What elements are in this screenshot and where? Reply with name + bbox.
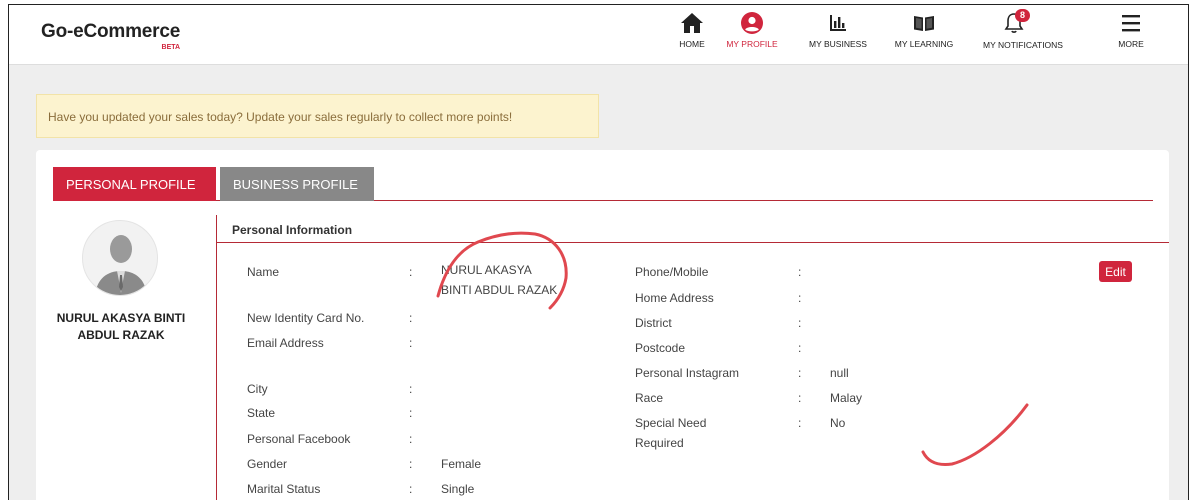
profile-card: PERSONAL PROFILE BUSINESS PROFILE NURUL …: [36, 150, 1169, 500]
field-label-state: State: [247, 406, 276, 420]
book-icon: [914, 16, 934, 31]
nav-label: MORE: [1118, 39, 1144, 49]
nav-home[interactable]: HOME: [669, 5, 715, 65]
field-separator: :: [798, 291, 802, 305]
section-divider: [217, 242, 1169, 243]
field-label-special-need-line2: Required: [635, 436, 684, 450]
field-label-special-need: Special Need Required: [635, 416, 706, 450]
notification-badge: 8: [1015, 9, 1031, 22]
user-circle-icon: [741, 12, 763, 34]
bar-chart-icon: [830, 15, 846, 31]
hamburger-menu-icon: [1122, 15, 1140, 32]
profile-name-line1: NURUL AKASYA BINTI: [56, 311, 186, 325]
app-window: Go-eCommerce BETA HOME MY PROFILE MY BUS…: [8, 4, 1189, 500]
nav-my-notifications[interactable]: 8 MY NOTIFICATIONS: [978, 5, 1068, 65]
tab-personal-profile[interactable]: PERSONAL PROFILE: [53, 167, 216, 201]
field-separator: :: [409, 432, 413, 446]
field-value-race: Malay: [830, 391, 863, 405]
edit-button[interactable]: Edit: [1099, 261, 1132, 282]
avatar: [82, 220, 158, 296]
field-label-email: Email Address: [247, 336, 324, 350]
field-label-instagram: Personal Instagram: [635, 366, 740, 380]
nav-more[interactable]: MORE: [1111, 5, 1151, 65]
profile-name-line2: ABDUL RAZAK: [77, 328, 165, 342]
beta-tag: BETA: [161, 44, 181, 51]
field-label-facebook: Personal Facebook: [247, 432, 351, 446]
field-separator: :: [409, 336, 413, 350]
field-value-gender: Female: [441, 457, 482, 471]
brand-name: Go-eCommerce: [41, 21, 181, 42]
user-silhouette-icon: [95, 235, 147, 295]
nav-label: MY NOTIFICATIONS: [983, 40, 1063, 50]
nav-my-learning[interactable]: MY LEARNING: [892, 5, 956, 65]
field-separator: :: [409, 482, 413, 496]
nav-label: MY BUSINESS: [809, 39, 867, 49]
field-separator: :: [409, 382, 413, 396]
brand-logo[interactable]: Go-eCommerce BETA: [41, 21, 181, 51]
field-label-name: Name: [247, 265, 280, 279]
home-icon: [681, 13, 703, 33]
field-separator: :: [409, 406, 413, 420]
field-separator: :: [798, 341, 802, 355]
top-navigation-bar: Go-eCommerce BETA HOME MY PROFILE MY BUS…: [9, 5, 1188, 65]
field-value-instagram: null: [830, 366, 849, 380]
field-label-identity-card: New Identity Card No.: [247, 311, 365, 325]
field-label-postcode: Postcode: [635, 341, 686, 355]
field-separator: :: [798, 265, 802, 279]
field-separator: :: [798, 366, 802, 380]
field-value-name-line2: BINTI ABDUL RAZAK: [441, 283, 558, 297]
tab-business-profile[interactable]: BUSINESS PROFILE: [220, 167, 374, 201]
nav-label: MY PROFILE: [726, 39, 778, 49]
field-separator: :: [798, 391, 802, 405]
field-label-race: Race: [635, 391, 664, 405]
sales-reminder-alert: Have you updated your sales today? Updat…: [36, 94, 599, 138]
field-separator: :: [409, 265, 413, 279]
nav-my-business[interactable]: MY BUSINESS: [805, 5, 871, 65]
field-label-phone: Phone/Mobile: [635, 265, 709, 279]
field-separator: :: [409, 457, 413, 471]
nav-label: HOME: [679, 39, 705, 49]
section-title: Personal Information: [232, 223, 353, 237]
field-separator: :: [798, 416, 802, 430]
field-label-gender: Gender: [247, 457, 288, 471]
field-label-marital-status: Marital Status: [247, 482, 321, 496]
field-label-city: City: [247, 382, 268, 396]
field-separator: :: [409, 311, 413, 325]
profile-name: NURUL AKASYA BINTI ABDUL RAZAK: [36, 310, 206, 344]
field-label-district: District: [635, 316, 672, 330]
field-separator: :: [798, 316, 802, 330]
nav-label: MY LEARNING: [894, 39, 954, 49]
field-label-home-address: Home Address: [635, 291, 714, 305]
field-value-marital-status: Single: [441, 482, 475, 496]
nav-my-profile[interactable]: MY PROFILE: [722, 5, 782, 65]
field-value-name: NURUL AKASYA BINTI ABDUL RAZAK: [441, 263, 557, 297]
field-value-name-line1: NURUL AKASYA: [441, 263, 532, 277]
field-value-special-need: No: [830, 416, 846, 430]
field-label-special-need-line1: Special Need: [635, 416, 707, 430]
profile-tabs: PERSONAL PROFILE BUSINESS PROFILE: [53, 167, 1153, 201]
sidebar-divider: [216, 215, 217, 500]
